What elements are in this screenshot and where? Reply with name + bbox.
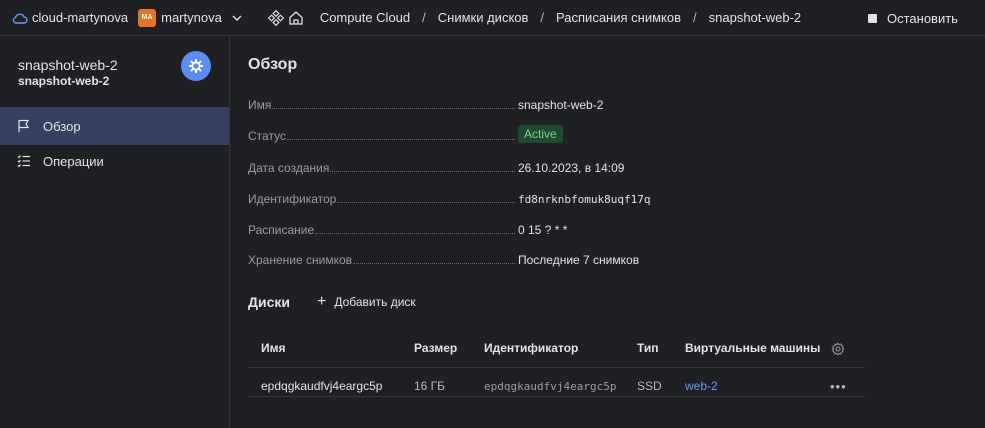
add-disk-button[interactable]: + Добавить диск (317, 293, 416, 310)
field-value: snapshot-web-2 (518, 98, 604, 112)
field-label: Идентификатор (248, 192, 337, 206)
disk-vm-link[interactable]: web-2 (685, 379, 718, 393)
disks-section-title: Диски (248, 294, 290, 310)
list-icon (17, 155, 30, 168)
field-name: Имя snapshot-web-2 (248, 94, 768, 112)
disk-name[interactable]: epdqgkaudfvj4eargc5p (261, 379, 382, 393)
breadcrumb-compute-cloud[interactable]: Compute Cloud (320, 10, 410, 25)
column-header-name[interactable]: Имя (261, 341, 286, 355)
resource-title: snapshot-web-2 (18, 57, 118, 73)
breadcrumb-separator: / (693, 10, 697, 25)
field-status: Статус Active (248, 125, 768, 143)
plus-icon: + (317, 293, 327, 310)
field-label: Расписание (248, 223, 315, 237)
disk-id: epdqgkaudfvj4eargc5p (484, 380, 617, 393)
field-created: Дата создания 26.10.2023, в 14:09 (248, 157, 768, 175)
stop-label: Остановить (887, 11, 958, 26)
row-actions-more-icon[interactable]: ••• (830, 379, 847, 394)
column-header-type[interactable]: Тип (637, 341, 659, 355)
breadcrumb-disk-snapshots[interactable]: Снимки дисков (438, 10, 529, 25)
breadcrumb-separator: / (422, 10, 426, 25)
sidebar-item-label: Обзор (43, 118, 81, 134)
sidebar-item-operations[interactable]: Операции (0, 142, 229, 180)
field-value: 0 15 ? * * (518, 223, 568, 237)
stop-button[interactable]: Остановить (868, 11, 958, 26)
breadcrumb-snapshot-schedules[interactable]: Расписания снимков (556, 10, 681, 25)
field-value[interactable]: fd8nrknbfomuk8uqf17q (518, 193, 650, 206)
field-id: Идентификатор fd8nrknbfomuk8uqf17q (248, 188, 768, 206)
disk-type: SSD (637, 379, 662, 393)
sidebar-item-label: Операции (43, 153, 104, 169)
column-header-id[interactable]: Идентификатор (484, 341, 578, 355)
breadcrumb-separator: / (540, 10, 545, 25)
field-label: Хранение снимков (248, 253, 353, 267)
services-icon[interactable] (267, 9, 284, 26)
breadcrumb-current: snapshot-web-2 (708, 10, 802, 25)
field-label: Дата создания (248, 161, 330, 175)
column-header-vms[interactable]: Виртуальные машины (685, 341, 820, 355)
field-label: Имя (248, 98, 272, 112)
flag-icon (18, 119, 30, 132)
table-settings-gear-icon[interactable] (831, 342, 845, 356)
folder-name[interactable]: martynova (161, 10, 222, 25)
table-header-divider (248, 367, 865, 368)
column-header-size[interactable]: Размер (414, 341, 457, 355)
resource-settings-button[interactable] (181, 51, 211, 81)
add-disk-label: Добавить диск (334, 295, 416, 309)
resource-subtitle: snapshot-web-2 (18, 74, 110, 88)
field-value: Последние 7 снимков (518, 253, 640, 267)
page-title: Обзор (248, 56, 298, 73)
cloud-name: cloud-martynova (32, 10, 129, 25)
gear-icon (189, 59, 203, 73)
status-badge: Active (518, 125, 563, 143)
cloud-selector[interactable]: cloud-martynova (12, 10, 128, 25)
stop-icon (868, 14, 877, 23)
sidebar-item-overview[interactable]: Обзор (0, 107, 229, 145)
table-row-divider (248, 396, 865, 397)
field-retention: Хранение снимков Последние 7 снимков (248, 249, 768, 267)
cloud-icon (12, 13, 28, 24)
sidebar: snapshot-web-2 snapshot-web-2 Обзор Опер (0, 36, 230, 428)
disk-size: 16 ГБ (414, 379, 446, 393)
field-schedule: Расписание 0 15 ? * * (248, 219, 768, 237)
folder-avatar: MA (138, 8, 157, 27)
top-bar: cloud-martynova MA martynova Compute Clo… (0, 0, 985, 36)
field-label: Статус (248, 129, 286, 143)
chevron-down-icon[interactable] (232, 13, 242, 23)
field-value: 26.10.2023, в 14:09 (518, 161, 625, 175)
home-icon[interactable] (288, 10, 304, 26)
